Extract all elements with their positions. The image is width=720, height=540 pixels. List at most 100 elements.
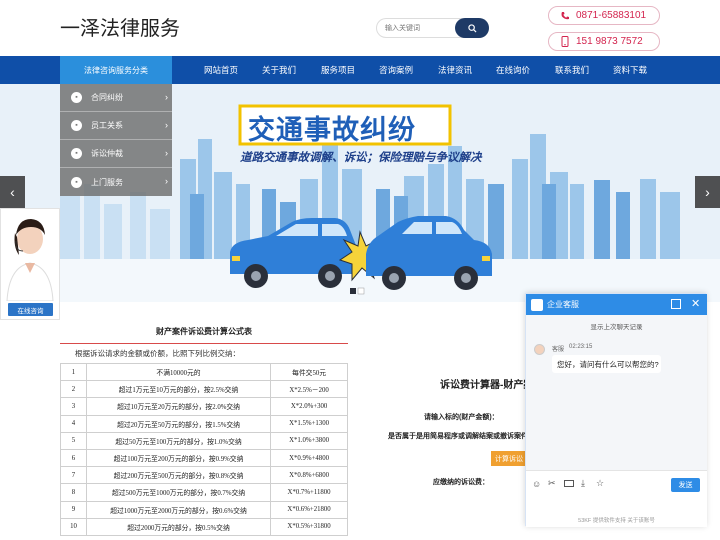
row-range: 超过1000万元至2000万元的部分，按0.6%交纳 [85,500,272,519]
row-index: 2 [60,380,87,399]
nav-item-contact[interactable]: 联系我们 [555,56,589,84]
chat-input-area[interactable]: ☺ ✂ ⤓ ☆ 发送 53KF 提供软件支持 关于该账号 [526,470,707,527]
result-label: 应缴纳的诉讼费： [433,479,489,486]
category-menu: ▪ 合同纠纷 › ▪ 员工关系 › ▪ 诉讼仲裁 › ▪ 上门服务 › [60,84,172,196]
row-index: 1 [60,362,87,382]
phone-badge-2: 151 9873 7572 [548,32,660,51]
agent-avatar [6,219,54,301]
phone-number-2: 151 9873 7572 [576,36,643,47]
chevron-right-icon: › [165,92,168,102]
row-range: 超过100万元至200万元的部分，按0.9%交纳 [85,448,272,468]
mobile-icon [559,36,570,47]
category-label: 员工关系 [91,121,123,130]
category-label: 诉讼仲裁 [91,149,123,158]
site-logo[interactable]: 一泽法律服务 [60,12,180,41]
table-row: 1 不满10000元的 每件交50元 [60,362,348,382]
carousel-next-button[interactable]: › [695,176,720,208]
close-icon[interactable]: ✕ [691,297,700,310]
agent-name: 客服 [552,347,565,353]
banner-subtitle: 道路交通事故调解、诉讼；保险理赔与争议解决 [240,150,482,164]
category-label: 上门服务 [91,177,123,187]
table-row: 6 超过100万元至200万元的部分，按0.9%交纳 X*0.9%+4800 [60,448,348,468]
chat-history-link[interactable]: 显示上次聊天记录 [526,321,707,331]
chat-messages: 显示上次聊天记录 客服 02:23:15 您好，请问有什么可以帮您的? [526,315,707,470]
table-row: 8 超过500万元至1000万元的部分，按0.7%交纳 X*0.7%+11800 [60,483,348,502]
category-label: 合同纠纷 [91,93,123,102]
row-index: 8 [60,483,87,502]
row-formula: X*0.8%+6800 [270,466,348,485]
row-formula: X*0.9%+4800 [270,448,348,468]
table-row: 10 超过2000万元的部分，按0.5%交纳 X*0.5%+31800 [60,517,348,536]
scissors-icon[interactable]: ✂ [548,478,556,489]
chevron-right-icon: › [165,120,168,130]
row-formula: X*1.0%+3800 [270,431,348,450]
gavel-icon: ▪ [71,148,82,159]
row-index: 9 [60,500,87,519]
nav-item-about[interactable]: 关于我们 [262,56,296,84]
chevron-left-icon: ‹ [10,184,15,200]
table-row: 7 超过200万元至500万元的部分，按0.8%交纳 X*0.8%+6800 [60,466,348,485]
nav-item-downloads[interactable]: 资料下载 [613,56,647,84]
category-item-contract[interactable]: ▪ 合同纠纷 › [60,84,172,112]
nav-item-quote[interactable]: 在线询价 [496,56,530,84]
row-index: 7 [60,466,87,485]
nav-item-services[interactable]: 服务项目 [321,56,355,84]
row-index: 6 [60,448,87,468]
chat-header: 企业客服 ✕ [526,294,707,315]
category-item-onsite[interactable]: ▪ 上门服务 › [60,168,172,196]
carousel-prev-button[interactable]: ‹ [0,176,25,208]
table-row: 2 超过1万元至10万元的部分，按2.5%交纳 X*2.5%－200 [60,380,348,399]
row-index: 3 [60,397,87,416]
category-item-employee[interactable]: ▪ 员工关系 › [60,112,172,140]
nav-item-cases[interactable]: 咨询案例 [379,56,413,84]
row-range: 超过10万元至20万元的部分，按2.0%交纳 [85,397,272,416]
row-formula: 每件交50元 [270,362,348,382]
row-range: 超过2000万元的部分，按0.5%交纳 [85,517,272,536]
fee-table-title: 财产案件诉讼费计算公式表 [156,327,252,336]
amount-label: 请输入标的(财产金额)： [424,414,499,421]
search-box [376,18,489,38]
row-range: 超过50万元至100万元的部分，按1.0%交纳 [85,431,272,450]
nav-category[interactable]: 法律咨询服务分类 [60,56,172,84]
people-icon: ▪ [71,120,82,131]
star-icon[interactable]: ☆ [596,478,604,489]
chat-footer: 53KF 提供软件支持 关于该账号 [578,518,655,524]
online-consult-button[interactable]: 在线咨询 [8,303,53,316]
row-formula: X*1.5%+1300 [270,414,348,433]
chat-widget: 企业客服 ✕ 显示上次聊天记录 客服 02:23:15 您好，请问有什么可以帮您… [525,293,707,527]
nav-item-news[interactable]: 法律资讯 [438,56,472,84]
expand-icon[interactable] [671,299,681,309]
message-time: 02:23:15 [569,344,593,350]
emoji-icon[interactable]: ☺ [532,479,541,489]
folder-icon[interactable] [564,480,574,487]
agent-message: 您好，请问有什么可以帮您的? [552,355,661,373]
row-formula: X*0.5%+31800 [270,517,348,536]
fee-table: 1 不满10000元的 每件交50元 2 超过1万元至10万元的部分，按2.5%交纳 X… [60,362,348,536]
table-row: 9 超过1000万元至2000万元的部分，按0.6%交纳 X*0.6%+21800 [60,500,348,519]
table-row: 5 超过50万元至100万元的部分，按1.0%交纳 X*1.0%+3800 [60,431,348,450]
row-formula: X*2.5%－200 [270,380,348,399]
search-input[interactable] [385,21,455,35]
calculator-title: 诉讼费计算器-财产案 [440,380,534,391]
row-range: 不满10000元的 [85,362,272,382]
title-divider [60,343,348,344]
fee-calculator: 诉讼费计算器-财产案 请输入标的(财产金额)： 是否属于是用简易程序或调解结案或… [370,370,534,540]
search-button[interactable] [455,18,489,38]
phone-badge-1: 0871-65883101 [548,6,660,25]
chat-title: 企业客服 [547,300,579,309]
procedure-label: 是否属于是用简易程序或调解结案或撤诉案件 [388,433,528,440]
download-icon[interactable]: ⤓ [581,478,585,489]
nav-item-home[interactable]: 网站首页 [204,56,238,84]
site-header: 一泽法律服务 0871-65883101 151 9873 7572 [0,0,720,56]
row-formula: X*2.0%+300 [270,397,348,416]
search-icon [467,23,477,33]
table-row: 4 超过20万元至50万元的部分，按1.5%交纳 X*1.5%+1300 [60,414,348,433]
row-formula: X*0.7%+11800 [270,483,348,502]
row-index: 10 [60,517,87,536]
home-icon: ▪ [71,176,82,188]
chevron-right-icon: › [165,176,168,186]
category-item-litigation[interactable]: ▪ 诉讼仲裁 › [60,140,172,168]
banner-title: 交通事故纠纷 [248,115,416,146]
agent-avatar [534,344,545,355]
send-button[interactable]: 发送 [671,478,700,492]
